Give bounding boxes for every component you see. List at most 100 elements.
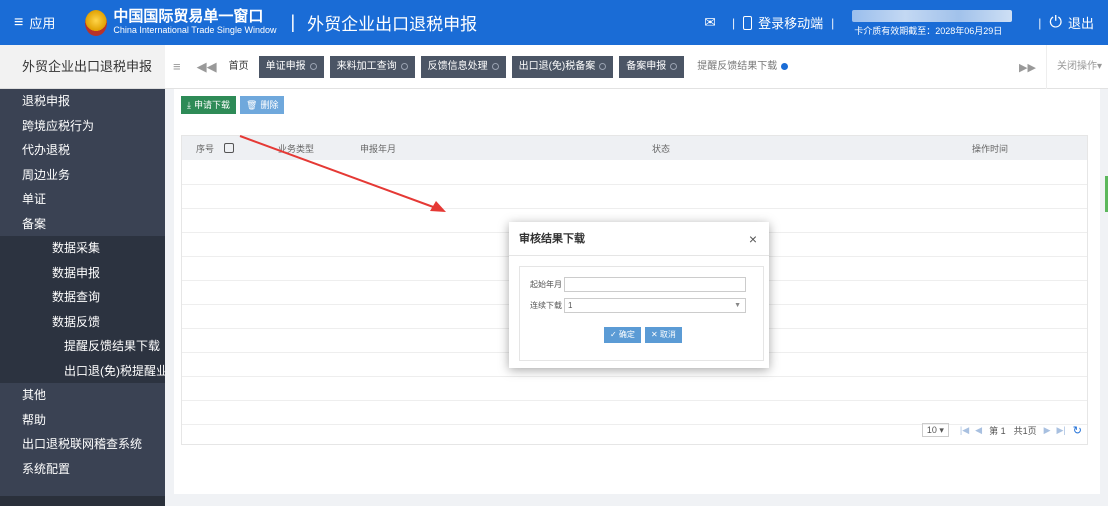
continuous-download-value: 1 (568, 301, 573, 310)
tab-label: 来料加工查询 (336, 60, 397, 72)
sidebar-scrollbar[interactable] (0, 496, 165, 506)
tab-label: 首页 (228, 60, 249, 72)
sidebar-item-reminder-query[interactable]: 出口退(免)税提醒业务查 (0, 359, 165, 384)
dialog-header: 审核结果下载 × (509, 222, 769, 256)
sidebar-item-peripheral[interactable]: 周边业务 (0, 163, 165, 188)
delete-button[interactable]: 🗑 删除 (240, 96, 285, 114)
select-all-checkbox[interactable] (224, 143, 234, 153)
tab-label: 反馈信息处理 (427, 60, 488, 72)
sidebar-submenu: 数据采集 数据申报 数据查询 数据反馈 提醒反馈结果下载 出口退(免)税提醒业务… (0, 236, 165, 383)
start-month-label: 起始年月 (530, 280, 562, 289)
sidebar-item-reminder-download[interactable]: 提醒反馈结果下载 (0, 334, 165, 359)
prev-page-icon[interactable]: ◀ (975, 425, 982, 436)
current-page-label: 第 1 (989, 425, 1006, 436)
column-header-business-type: 业务类型 (278, 143, 315, 154)
hamburger-icon: ≡ (14, 13, 24, 31)
column-header-operation-time: 操作时间 (972, 143, 1009, 154)
sidebar-item-help[interactable]: 帮助 (0, 408, 165, 433)
tab-close-icon[interactable] (670, 63, 678, 70)
card-expiry-text: 卡介质有效期截至：2028年06月29日 (854, 25, 1003, 36)
tab-processing-query[interactable]: 来料加工查询 (329, 55, 415, 78)
sidebar-item-audit-system[interactable]: 出口退税联网稽查系统 (0, 432, 165, 457)
first-page-icon[interactable]: |◀ (960, 425, 969, 436)
column-header-status: 状态 (652, 143, 671, 154)
mobile-login-label: 登录移动端 (758, 16, 824, 31)
tab-home[interactable]: 首页 (225, 56, 253, 78)
dialog-buttons: ✓ 确定 ✕ 取消 (604, 327, 686, 343)
tab-close-icon[interactable] (400, 63, 408, 70)
tab-bar-right: ▶▶ 关闭操作▾ (1009, 45, 1108, 89)
sidebar-item-filing[interactable]: 备案 (0, 212, 165, 237)
pagination: 10 ▾ |◀ ◀ 第 1 共1页 ▶ ▶| ↻ (921, 423, 1082, 437)
user-info: 卡介质有效期截至：2028年06月29日 (848, 6, 1018, 40)
start-month-row: 起始年月 (530, 277, 746, 292)
header-separator: | (831, 15, 835, 30)
close-icon[interactable]: × (749, 222, 757, 256)
last-page-icon[interactable]: ▶| (1057, 425, 1066, 436)
tab-close-icon[interactable] (309, 63, 317, 70)
tab-label: 出口退(免)税备案 (518, 60, 596, 72)
app-menu-button[interactable]: ≡ 应用 (0, 0, 67, 45)
sidebar-item-tax-refund-declare[interactable]: 退税申报 (0, 89, 165, 114)
tab-feedback-process[interactable]: 反馈信息处理 (420, 55, 506, 78)
page-size-select[interactable]: 10 ▾ (921, 423, 949, 437)
tab-reminder-download[interactable]: 提醒反馈结果下载 (690, 55, 796, 78)
tab-scroll-right-icon[interactable]: ▶▶ (1009, 61, 1046, 74)
confirm-button[interactable]: ✓ 确定 (604, 327, 641, 343)
tab-close-icon[interactable] (599, 63, 607, 70)
continuous-download-select[interactable]: 1 ▼ (564, 298, 746, 313)
user-name-redacted (852, 9, 1013, 22)
sidebar: 外贸企业出口退税申报 退税申报 跨境应税行为 代办退税 周边业务 单证 备案 数… (0, 45, 165, 506)
dialog-body: 起始年月 连续下载 1 ▼ ✓ 确定 ✕ 取消 (519, 266, 764, 361)
sidebar-item-data-query[interactable]: 数据查询 (0, 285, 165, 310)
tab-export-filing[interactable]: 出口退(免)税备案 (511, 55, 614, 78)
apply-download-button[interactable]: ⤓ 申请下载 (181, 96, 236, 114)
next-page-icon[interactable]: ▶ (1044, 425, 1051, 436)
toolbar: ⤓ 申请下载 🗑 删除 (181, 96, 288, 114)
column-header-index: 序号 (196, 143, 215, 154)
tab-label: 单证申报 (265, 60, 306, 72)
apply-download-label: 申请下载 (193, 100, 230, 110)
table-row (182, 400, 1087, 401)
national-emblem-icon (85, 9, 108, 36)
close-operations-dropdown[interactable]: 关闭操作▾ (1045, 45, 1108, 89)
sidebar-item-other[interactable]: 其他 (0, 383, 165, 408)
tab-close-icon[interactable] (781, 63, 789, 70)
column-header-declare-month: 申报年月 (360, 143, 397, 154)
sidebar-item-cross-border[interactable]: 跨境应税行为 (0, 114, 165, 139)
mail-icon[interactable]: ✉ (704, 14, 716, 31)
sidebar-item-documents[interactable]: 单证 (0, 187, 165, 212)
tab-document-declare[interactable]: 单证申报 (258, 55, 324, 78)
cancel-button[interactable]: ✕ 取消 (644, 327, 682, 343)
header-separator: | (731, 15, 736, 30)
logout-button[interactable]: ⏻ 退出 (1049, 13, 1094, 32)
menu-toggle-icon[interactable]: ≡ (165, 59, 189, 74)
sidebar-item-agency-refund[interactable]: 代办退税 (0, 138, 165, 163)
tab-close-icon[interactable] (491, 63, 499, 70)
trash-icon: 🗑 (246, 100, 258, 110)
sidebar-item-data-collect[interactable]: 数据采集 (0, 236, 165, 261)
phone-icon (743, 15, 753, 30)
continuous-download-row: 连续下载 1 ▼ (530, 298, 746, 313)
start-month-input[interactable] (564, 277, 746, 292)
tab-bar: ≡ ◀◀ 首页 单证申报 来料加工查询 反馈信息处理 出口退(免)税备案 备案申… (165, 45, 1108, 89)
mobile-login-link[interactable]: 登录移动端 (743, 13, 823, 32)
chevron-down-icon: ▼ (734, 302, 741, 309)
sidebar-item-system-config[interactable]: 系统配置 (0, 457, 165, 482)
tab-filing-declare[interactable]: 备案申报 (619, 55, 685, 78)
site-logo[interactable]: 中国国际贸易单一窗口 China International Trade Sin… (85, 9, 276, 36)
power-icon: ⏻ (1049, 13, 1062, 31)
tab-scroll-left-icon[interactable]: ◀◀ (189, 59, 225, 75)
table-row (182, 376, 1087, 377)
sidebar-item-data-feedback[interactable]: 数据反馈 (0, 310, 165, 335)
sidebar-item-data-declare[interactable]: 数据申报 (0, 261, 165, 286)
logo-chinese-text: 中国国际贸易单一窗口 (113, 8, 264, 25)
tab-label: 提醒反馈结果下载 (697, 60, 778, 72)
tab-label: 备案申报 (626, 60, 667, 72)
system-title: 外贸企业出口退税申报 (307, 15, 478, 34)
refresh-icon[interactable]: ↻ (1073, 424, 1082, 437)
dialog-title: 审核结果下载 (519, 233, 585, 245)
continuous-download-label: 连续下载 (530, 301, 562, 310)
top-header-bar: ≡ 应用 中国国际贸易单一窗口 China International Trad… (0, 0, 1108, 45)
table-header: 序号 业务类型 申报年月 状态 操作时间 (182, 136, 1087, 160)
